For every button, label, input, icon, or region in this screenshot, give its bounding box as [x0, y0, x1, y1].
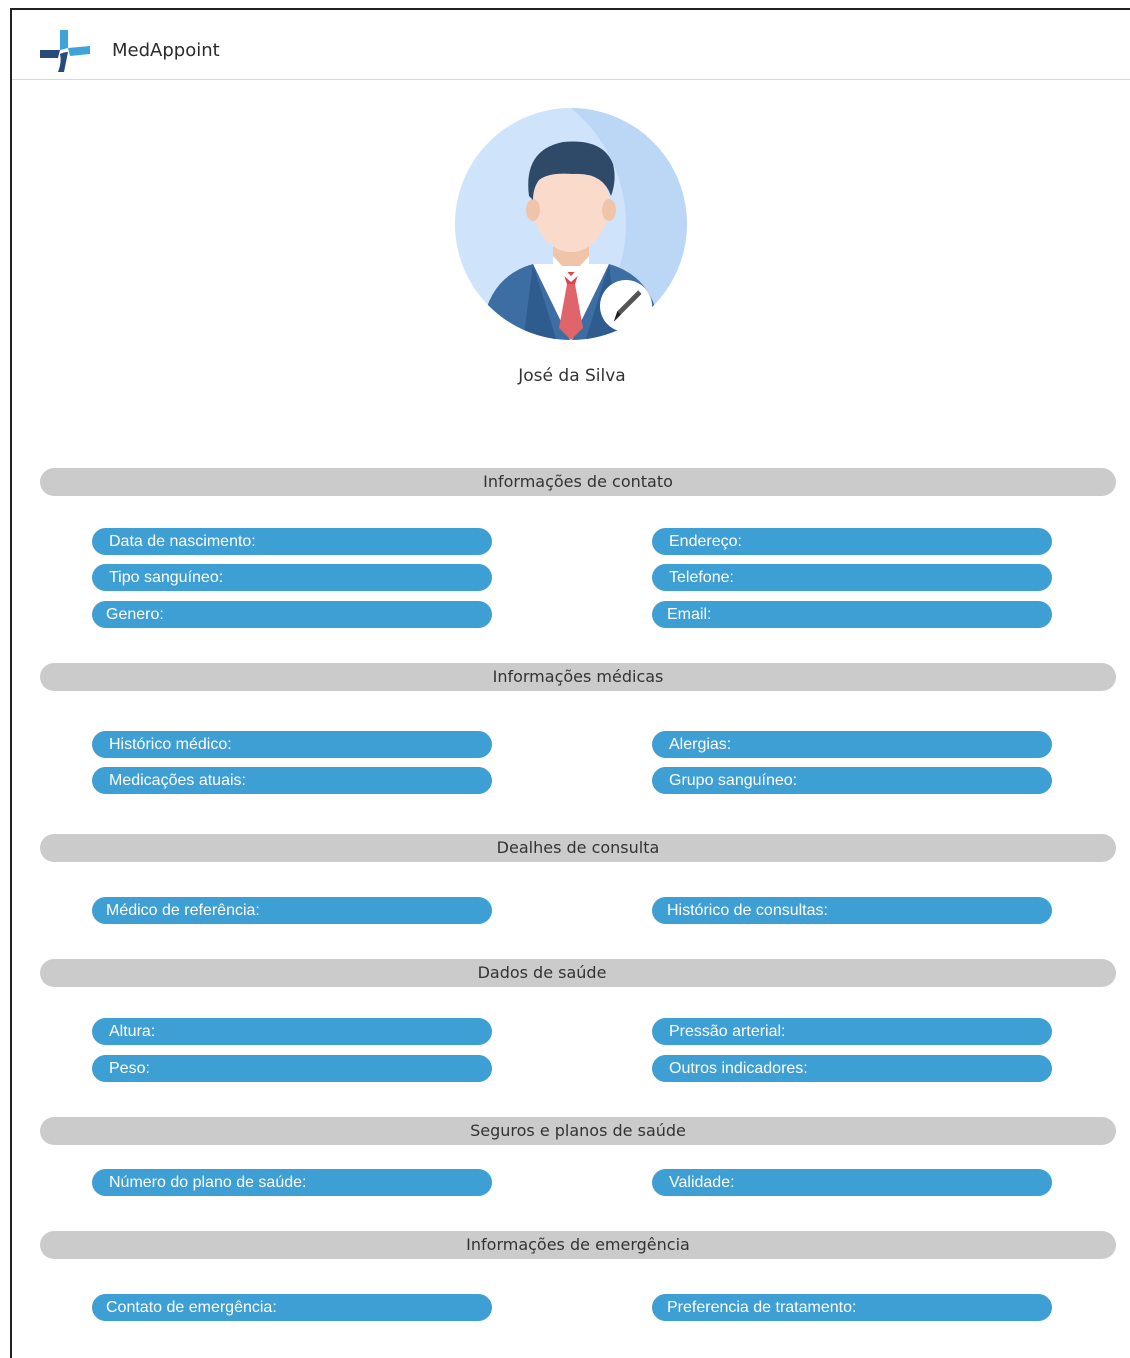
edit-photo-button[interactable] — [600, 280, 652, 332]
profile-avatar — [453, 106, 689, 342]
pencil-edit-icon — [613, 290, 642, 322]
field-health-plan-number[interactable]: Número do plano de saúde: — [92, 1169, 492, 1196]
field-weight[interactable]: Peso: — [92, 1055, 492, 1082]
section-emergency-header[interactable]: Informações de emergência — [40, 1231, 1116, 1259]
field-referring-doctor[interactable]: Médico de referência: — [92, 897, 492, 924]
field-email[interactable]: Email: — [652, 601, 1052, 628]
field-other-indicators[interactable]: Outros indicadores: — [652, 1055, 1052, 1082]
field-medical-history[interactable]: Histórico médico: — [92, 731, 492, 758]
brand-name: MedAppoint — [112, 40, 220, 61]
field-blood-type[interactable]: Tipo sanguíneo: — [92, 564, 492, 591]
field-current-medications[interactable]: Medicações atuais: — [92, 767, 492, 794]
field-height[interactable]: Altura: — [92, 1018, 492, 1045]
section-health-data-header[interactable]: Dados de saúde — [40, 959, 1116, 987]
section-insurance-header[interactable]: Seguros e planos de saúde — [40, 1117, 1116, 1145]
profile-name: José da Silva — [518, 366, 626, 386]
field-blood-group[interactable]: Grupo sanguíneo: — [652, 767, 1052, 794]
section-appointment-header[interactable]: Dealhes de consulta — [40, 834, 1116, 862]
profile-page: MedAppoint José da Silva Informações de … — [10, 8, 1130, 1358]
app-header: MedAppoint — [12, 10, 1130, 80]
businessman-avatar-icon — [455, 108, 687, 340]
field-birth-date[interactable]: Data de nascimento: — [92, 528, 492, 555]
field-emergency-contact[interactable]: Contato de emergência: — [92, 1294, 492, 1321]
field-gender[interactable]: Genero: — [92, 601, 492, 628]
section-medical-header[interactable]: Informações médicas — [40, 663, 1116, 691]
field-allergies[interactable]: Alergias: — [652, 731, 1052, 758]
field-validity[interactable]: Validade: — [652, 1169, 1052, 1196]
field-blood-pressure[interactable]: Pressão arterial: — [652, 1018, 1052, 1045]
field-treatment-preference[interactable]: Preferencia de tratamento: — [652, 1294, 1052, 1321]
field-address[interactable]: Endereço: — [652, 528, 1052, 555]
medical-cross-logo-icon[interactable] — [38, 26, 92, 76]
section-contact-header[interactable]: Informações de contato — [40, 468, 1116, 496]
field-appointment-history[interactable]: Histórico de consultas: — [652, 897, 1052, 924]
field-phone[interactable]: Telefone: — [652, 564, 1052, 591]
